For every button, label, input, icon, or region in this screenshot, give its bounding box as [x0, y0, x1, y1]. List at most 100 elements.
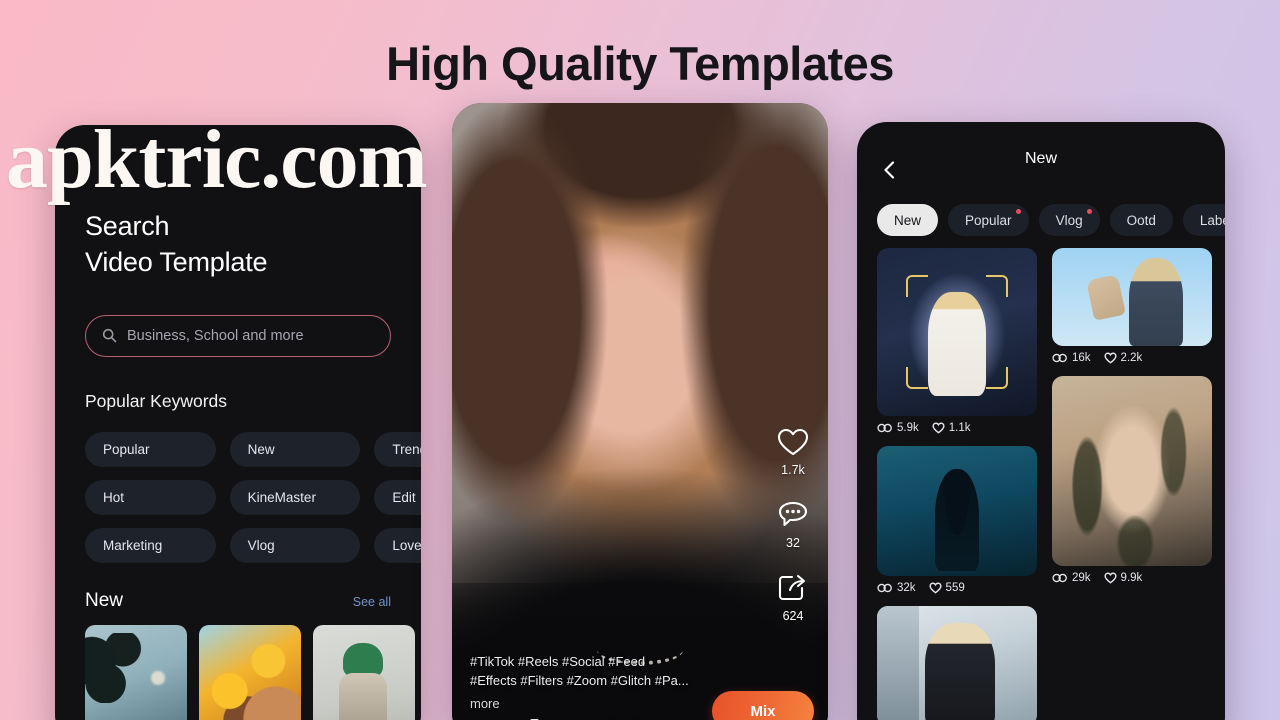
- search-heading: Search Video Template: [85, 209, 391, 281]
- tab-label: New: [894, 212, 922, 228]
- template-thumbnail[interactable]: [199, 624, 301, 720]
- card-likes-count: 2.2k: [1120, 352, 1143, 364]
- keyword-chip[interactable]: Edit: [374, 479, 421, 515]
- template-card[interactable]: 5.9k 1.1k: [877, 248, 1037, 434]
- tab-label: Ootd: [1126, 212, 1156, 228]
- mix-button[interactable]: Mix: [712, 691, 814, 720]
- card-background: [877, 606, 919, 720]
- tab-label: Popular: [965, 212, 1012, 228]
- card-thumbnail: [877, 446, 1037, 576]
- search-icon: [102, 329, 117, 343]
- new-template-thumbnails: [85, 624, 415, 720]
- phone-mockup-search: Search Video Template Business, School a…: [55, 125, 421, 720]
- card-subject-arm: [1086, 274, 1127, 322]
- share-count: 624: [782, 609, 804, 623]
- new-section-title: New: [85, 589, 124, 611]
- template-grid: 5.9k 1.1k 32k 559 16k 2.2k 29k 9.9k: [857, 236, 1225, 720]
- card-likes: 9.9k: [1103, 572, 1143, 584]
- template-thumbnail[interactable]: [313, 624, 415, 720]
- tab-label: Labe: [1199, 212, 1225, 228]
- card-views: 16k: [1052, 352, 1091, 364]
- search-input[interactable]: Business, School and more: [85, 314, 391, 357]
- keyword-chip[interactable]: Popular: [85, 431, 216, 467]
- keyword-chip[interactable]: Hot: [85, 479, 216, 515]
- gallery-header: New: [857, 122, 1225, 194]
- search-placeholder: Business, School and more: [127, 327, 304, 344]
- see-all-link[interactable]: See all: [353, 595, 391, 609]
- comment-icon: [778, 501, 808, 527]
- template-card[interactable]: [877, 606, 1037, 720]
- tab-popular[interactable]: Popular: [948, 204, 1029, 236]
- search-heading-line1: Search: [85, 211, 170, 241]
- comment-button[interactable]: 32: [776, 499, 810, 550]
- phone-mockup-player: 1.7k 32 624 #TikTok #Reels #Social #Feed…: [452, 103, 828, 720]
- card-subject: [934, 469, 980, 571]
- keyword-chip[interactable]: Marketing: [85, 527, 216, 563]
- tab-badge-dot: [1015, 209, 1021, 214]
- card-views-count: 32k: [897, 582, 916, 594]
- heart-icon: [1103, 352, 1117, 364]
- tab-badge-dot: [1086, 209, 1092, 214]
- card-views: 32k: [877, 582, 916, 594]
- loop-icon: [877, 583, 892, 593]
- page-title: High Quality Templates: [386, 37, 894, 90]
- card-subject: [1128, 257, 1184, 346]
- grid-column-right: 16k 2.2k 29k 9.9k: [1052, 248, 1212, 720]
- popular-keywords-heading: Popular Keywords: [85, 390, 228, 411]
- video-preview-image: [452, 103, 828, 720]
- tab-ootd[interactable]: Ootd: [1109, 204, 1173, 236]
- card-likes-count: 1.1k: [948, 422, 971, 434]
- heart-icon: [777, 428, 809, 456]
- template-card[interactable]: 29k 9.9k: [1052, 376, 1212, 584]
- card-likes: 1.1k: [932, 422, 971, 434]
- tab-new[interactable]: New: [877, 204, 939, 236]
- card-thumbnail: [1052, 376, 1212, 566]
- card-overlay-leaves: [1052, 376, 1212, 566]
- tab-label-partial[interactable]: Labe: [1182, 204, 1225, 236]
- card-views-count: 29k: [1072, 572, 1091, 584]
- promo-banner: High Quality Templates Search Video Temp…: [0, 0, 1280, 720]
- tab-label: Vlog: [1055, 212, 1083, 228]
- keyword-chip[interactable]: Trend: [374, 431, 421, 467]
- loop-icon: [1052, 353, 1067, 363]
- loop-icon: [1052, 573, 1067, 583]
- like-count: 1.7k: [781, 463, 805, 477]
- watermark: apktric.com: [6, 113, 428, 206]
- card-views-count: 5.9k: [897, 422, 919, 434]
- category-tab-bar: New Popular Vlog Ootd Labe: [857, 194, 1225, 236]
- scan-frame-icon: [905, 274, 1009, 390]
- heart-icon: [1103, 572, 1117, 584]
- keyword-chip-list: Popular New Trend Hot KineMaster Edit Ma…: [85, 431, 421, 563]
- hashtags-line-1: #TikTok #Reels #Social #Feed: [470, 654, 646, 670]
- keyword-chip[interactable]: Vlog: [229, 527, 361, 563]
- tab-vlog[interactable]: Vlog: [1038, 204, 1100, 236]
- hashtags-line-2: #Effects #Filters #Zoom #Glitch #Pa...: [470, 673, 689, 689]
- card-stats: 5.9k 1.1k: [877, 422, 1037, 434]
- card-stats: 29k 9.9k: [1052, 572, 1212, 584]
- keyword-chip[interactable]: KineMaster: [229, 479, 361, 515]
- card-views-count: 16k: [1072, 352, 1091, 364]
- like-button[interactable]: 1.7k: [776, 426, 810, 477]
- new-section-header: New See all: [85, 590, 391, 612]
- card-subject: [925, 622, 996, 720]
- card-likes: 2.2k: [1103, 352, 1143, 364]
- card-thumbnail: [1052, 248, 1212, 346]
- heart-icon: [932, 422, 945, 434]
- card-thumbnail: [877, 606, 1037, 720]
- card-views: 29k: [1052, 572, 1091, 584]
- keyword-chip[interactable]: Love: [374, 527, 421, 563]
- template-thumbnail[interactable]: [85, 624, 187, 720]
- photo-hair-region: [452, 103, 828, 539]
- share-icon: [778, 574, 806, 601]
- player-action-rail: 1.7k 32 624: [776, 426, 810, 623]
- search-heading-line2: Video Template: [85, 246, 268, 277]
- keyword-chip[interactable]: New: [229, 431, 361, 467]
- card-thumbnail: [877, 248, 1037, 416]
- template-card[interactable]: 32k 559: [877, 446, 1037, 594]
- phone-mockup-gallery: New New Popular Vlog Ootd Labe: [857, 122, 1225, 720]
- template-card[interactable]: 16k 2.2k: [1052, 248, 1212, 364]
- share-button[interactable]: 624: [776, 572, 810, 623]
- card-likes-count: 9.9k: [1120, 572, 1143, 584]
- loop-icon: [877, 423, 892, 433]
- card-stats: 32k 559: [877, 582, 1037, 594]
